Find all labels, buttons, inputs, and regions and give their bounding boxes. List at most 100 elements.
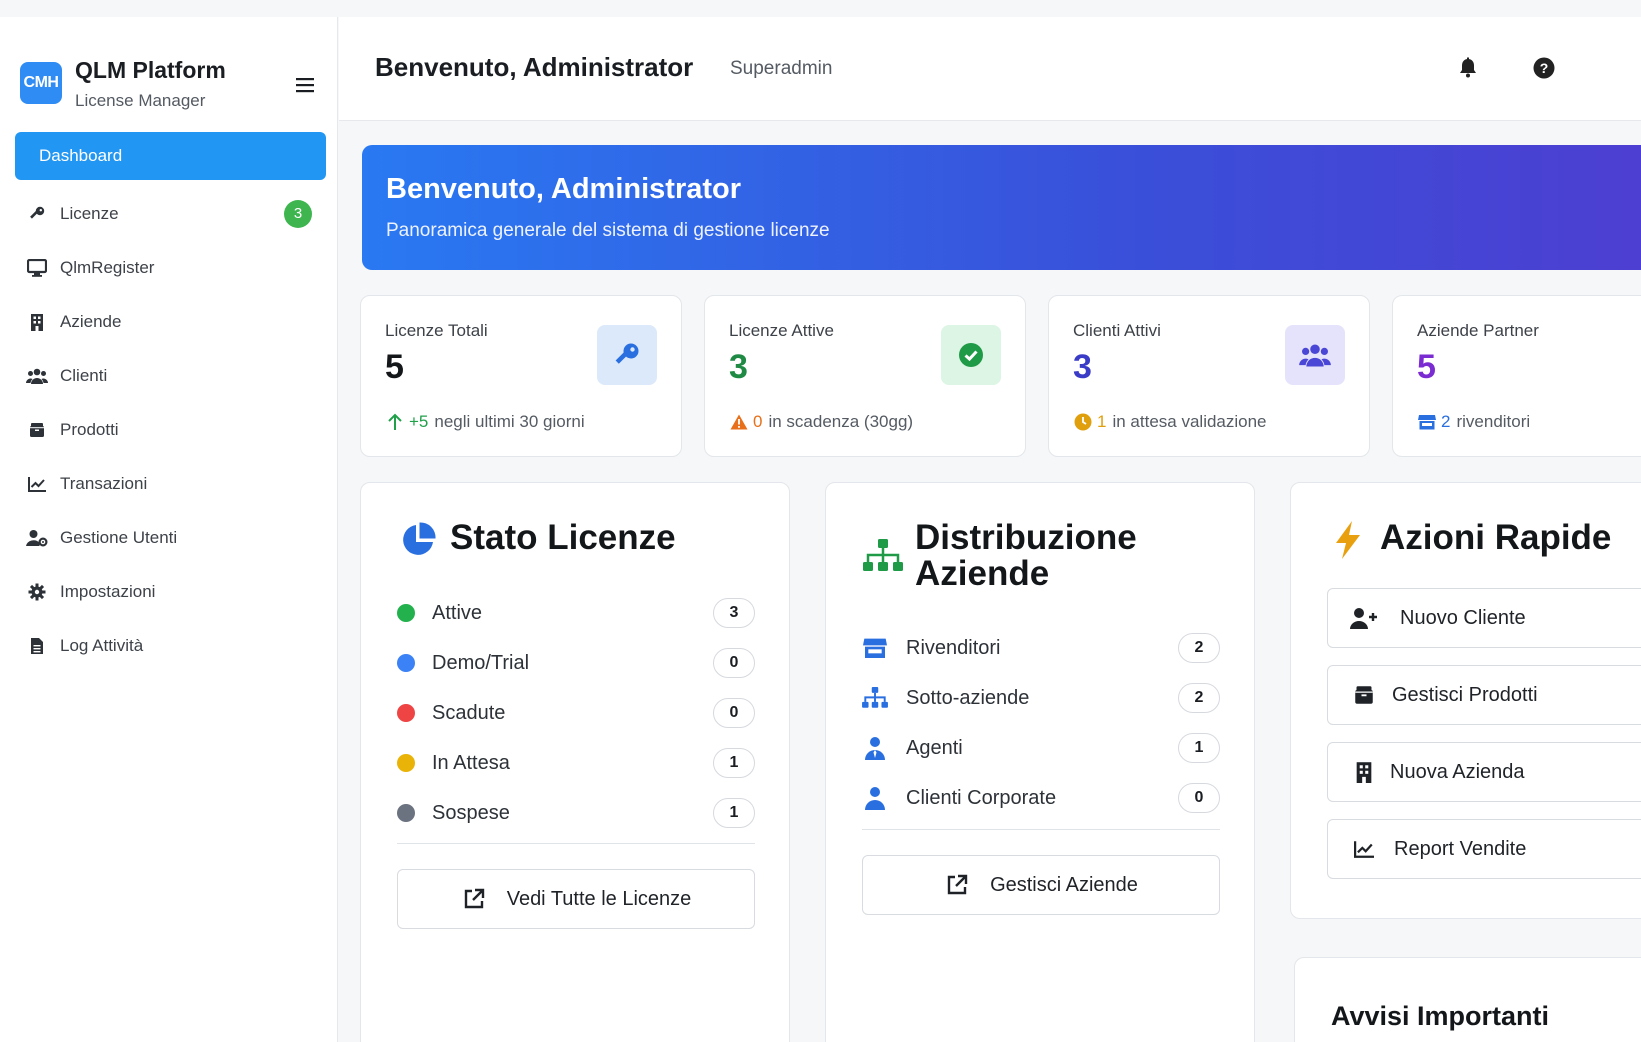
distribution-label: Agenti [906, 736, 963, 759]
sidebar-item-transazioni[interactable]: Transazioni [15, 457, 326, 511]
stat-value: 5 [385, 348, 404, 386]
sidebar-item-label: Transazioni [60, 474, 148, 493]
check-circle-icon [941, 325, 1001, 385]
warning-icon [729, 412, 749, 432]
sidebar-item-clienti[interactable]: Clienti [15, 349, 326, 403]
count-badge: 1 [1178, 733, 1220, 763]
sidebar-item-label: Prodotti [60, 420, 119, 439]
svg-text:?: ? [1540, 60, 1549, 76]
sidebar-item-label: Clienti [60, 366, 108, 385]
panel-title-text: Avvisi Importanti [1331, 1001, 1550, 1031]
sidebar-item-dashboard[interactable]: Dashboard [15, 132, 326, 180]
key-icon [597, 325, 657, 385]
panel-distribuzione-aziende: Distribuzione Aziende Rivenditori 2 Sotto… [825, 482, 1255, 1042]
box-icon [1350, 681, 1378, 709]
new-client-button[interactable]: Nuovo Cliente [1327, 588, 1641, 648]
stat-label: Licenze Attive [729, 321, 834, 340]
distribution-label: Clienti Corporate [906, 786, 1057, 809]
sidebar-item-label: QlmRegister [60, 258, 155, 277]
count-badge: 1 [713, 798, 755, 828]
button-label: Report Vendite [1394, 837, 1527, 860]
user-tie-icon [862, 735, 888, 761]
sidebar-item-impostazioni[interactable]: Impostazioni [15, 565, 326, 619]
stat-value: 5 [1417, 348, 1436, 386]
stat-footer-number: 2 [1441, 412, 1451, 431]
brand-subtitle: License Manager [75, 91, 206, 110]
users-icon [1285, 325, 1345, 385]
help-icon[interactable]: ? [1531, 55, 1557, 81]
bell-icon[interactable] [1455, 55, 1481, 81]
pie-chart-icon [398, 520, 438, 560]
stat-label: Aziende Partner [1417, 321, 1539, 340]
sidebar-item-licenze[interactable]: Licenze 3 [15, 187, 326, 241]
stat-footer-text: rivenditori [1456, 412, 1531, 431]
sidebar-item-label: Aziende [60, 312, 122, 331]
count-badge: 0 [713, 648, 755, 678]
panel-title-line-1: Distribuzione [915, 518, 1137, 557]
manage-products-button[interactable]: Gestisci Prodotti [1327, 665, 1641, 725]
page-title: Benvenuto, Administrator [375, 52, 694, 82]
brand-logo: CMH [20, 62, 62, 104]
status-label: Demo/Trial [432, 651, 530, 674]
bolt-icon [1328, 520, 1368, 560]
panel-stato-licenze: Stato Licenze Attive 3 Demo/Trial 0 Scad… [360, 482, 790, 1042]
panel-title: Distribuzione Aziende [863, 520, 1137, 592]
banner-subtitle: Panoramica generale del sistema di gesti… [386, 220, 830, 241]
count-badge: 0 [713, 698, 755, 728]
panel-title: Stato Licenze [398, 520, 676, 560]
stat-value: 3 [729, 348, 748, 386]
panel-azioni-rapide: Azioni Rapide Nuovo Cliente Gestisci Pro… [1290, 482, 1641, 919]
new-company-button[interactable]: Nuova Azienda [1327, 742, 1641, 802]
key-icon [26, 203, 48, 225]
sidebar-item-label: Dashboard [39, 146, 123, 165]
stat-footer-number: +5 [409, 412, 429, 431]
button-label: Gestisci Prodotti [1392, 683, 1538, 706]
status-label: Sospese [432, 801, 510, 824]
view-all-licenses-button[interactable]: Vedi Tutte le Licenze [397, 869, 755, 929]
list-item: Agenti 1 [862, 723, 1220, 773]
sitemap-icon [862, 685, 888, 711]
status-label: In Attesa [432, 751, 510, 774]
user-role: Superadmin [730, 58, 833, 79]
company-distribution-list: Rivenditori 2 Sotto-aziende 2 Agenti 1 C… [862, 623, 1220, 823]
external-link-icon [461, 886, 487, 912]
user-gear-icon [26, 527, 48, 549]
button-label: Nuova Azienda [1390, 760, 1525, 783]
count-badge: 0 [1178, 783, 1220, 813]
desktop-icon [26, 257, 48, 279]
list-item: Rivenditori 2 [862, 623, 1220, 673]
stat-card-aziende-partner: Aziende Partner 5 2 rivenditori [1392, 295, 1641, 457]
status-label: Scadute [432, 701, 506, 724]
list-item: Scadute 0 [397, 688, 755, 738]
stat-footer: 2 rivenditori [1417, 412, 1530, 432]
stat-card-licenze-attive: Licenze Attive 3 0 in scadenza (30gg) [704, 295, 1026, 457]
sales-report-button[interactable]: Report Vendite [1327, 819, 1641, 879]
count-badge: 3 [713, 598, 755, 628]
sidebar-item-qlmregister[interactable]: QlmRegister [15, 241, 326, 295]
building-icon [26, 311, 48, 333]
panel-title-text: Distribuzione Aziende [915, 520, 1137, 592]
list-item: Clienti Corporate 0 [862, 773, 1220, 823]
sidebar-item-prodotti[interactable]: Prodotti [15, 403, 326, 457]
button-label: Gestisci Aziende [990, 873, 1138, 896]
sidebar-item-aziende[interactable]: Aziende [15, 295, 326, 349]
menu-toggle-icon[interactable] [292, 72, 318, 98]
status-label: Attive [432, 601, 483, 624]
chart-line-icon [1350, 835, 1378, 863]
stat-footer-number: 1 [1097, 412, 1107, 431]
arrow-up-icon [385, 412, 405, 432]
banner-title: Benvenuto, Administrator [386, 173, 742, 205]
stat-footer: +5 negli ultimi 30 giorni [385, 412, 585, 432]
stat-card-licenze-totali: Licenze Totali 5 +5 negli ultimi 30 gior… [360, 295, 682, 457]
panel-title-text: Stato Licenze [450, 518, 676, 557]
list-item: Sospese 1 [397, 788, 755, 838]
manage-companies-button[interactable]: Gestisci Aziende [862, 855, 1220, 915]
status-dot [397, 654, 415, 672]
users-icon [26, 365, 48, 387]
count-badge: 1 [713, 748, 755, 778]
sidebar-item-log-attivita[interactable]: Log Attività [15, 619, 326, 673]
sidebar-item-gestione-utenti[interactable]: Gestione Utenti [15, 511, 326, 565]
list-item: In Attesa 1 [397, 738, 755, 788]
status-dot [397, 704, 415, 722]
user-icon [862, 785, 888, 811]
